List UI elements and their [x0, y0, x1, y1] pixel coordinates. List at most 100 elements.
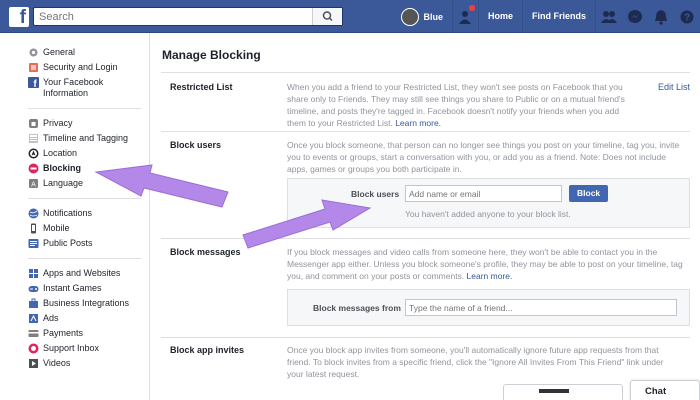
- gear-icon: [28, 47, 39, 58]
- block-messages-row: Block messages If you block messages and…: [161, 239, 690, 338]
- block-list-empty-hint: You haven't added anyone to your block l…: [405, 209, 571, 219]
- find-friends-link[interactable]: Find Friends: [523, 0, 596, 33]
- avatar: [401, 7, 420, 26]
- sidebar-item-mobile[interactable]: Mobile: [28, 221, 149, 236]
- sidebar-item-label: Blocking: [43, 163, 82, 173]
- block-messages-field-label: Block messages from: [313, 303, 401, 313]
- sidebar-item-public-posts[interactable]: Public Posts: [28, 236, 149, 251]
- sidebar-separator: [28, 108, 141, 109]
- nav-right: Blue Home Find Friends ?: [401, 0, 700, 33]
- restricted-list-text: When you add a friend to your Restricted…: [287, 82, 625, 128]
- home-link[interactable]: Home: [479, 0, 523, 33]
- search-input[interactable]: [34, 8, 309, 25]
- block-app-invites-label: Block app invites: [170, 345, 245, 355]
- sidebar-item-label: Ads: [43, 313, 59, 323]
- facebook-logo-icon[interactable]: f: [9, 7, 29, 27]
- sidebar-item-label: Business Integrations: [43, 298, 130, 308]
- block-app-invites-description: Once you block app invites from someone,…: [287, 345, 664, 379]
- settings-sidebar: General Security and Login f Your Facebook …: [0, 33, 150, 400]
- lock-icon: [28, 118, 39, 129]
- sidebar-item-videos[interactable]: Videos: [28, 356, 149, 371]
- chat-conversation-tab[interactable]: [503, 384, 623, 400]
- timeline-icon: [28, 133, 39, 144]
- bell-icon: [655, 9, 667, 25]
- messenger-button[interactable]: [622, 0, 648, 33]
- sidebar-item-label: General: [43, 47, 76, 57]
- svg-text:?: ?: [684, 12, 690, 23]
- restricted-list-description: When you add a friend to your Restricted…: [287, 81, 637, 129]
- sidebar-item-label: Language: [43, 178, 84, 188]
- chat-tab-content: [539, 389, 569, 393]
- main-content: Manage Blocking Restricted List When you…: [150, 33, 700, 400]
- sidebar-item-label: Support Inbox: [43, 343, 100, 353]
- block-users-row: Block users Once you block someone, that…: [161, 132, 690, 239]
- page-title: Manage Blocking: [161, 33, 690, 73]
- sidebar-group: Privacy Timeline and Tagging Location Block…: [0, 116, 149, 198]
- sidebar-item-label: Videos: [43, 358, 71, 368]
- public-posts-icon: [28, 238, 39, 249]
- sidebar-item-privacy[interactable]: Privacy: [28, 116, 149, 131]
- edit-list-link[interactable]: Edit List: [658, 82, 690, 92]
- block-users-field-label: Block users: [351, 189, 400, 199]
- sidebar-item-label: Location: [43, 148, 78, 158]
- block-users-description: Once you block someone, that person can …: [287, 140, 680, 174]
- friend-requests-button[interactable]: [596, 0, 622, 33]
- messenger-icon: [628, 9, 642, 23]
- profile-link[interactable]: Blue: [401, 0, 453, 33]
- sidebar-item-label: Instant Games: [43, 283, 102, 293]
- sidebar-item-label: Privacy: [43, 118, 73, 128]
- videos-icon: [28, 358, 39, 369]
- create-button[interactable]: [453, 0, 479, 33]
- sidebar-item-label: Apps and Websites: [43, 268, 121, 278]
- sidebar-item-your-facebook-information[interactable]: f Your Facebook Information: [28, 75, 149, 101]
- restricted-list-label: Restricted List: [170, 82, 233, 92]
- sidebar-item-support-inbox[interactable]: Support Inbox: [28, 341, 149, 356]
- search-icon: [322, 11, 333, 22]
- sidebar-item-timeline-and-tagging[interactable]: Timeline and Tagging: [28, 131, 149, 146]
- sidebar-group: Notifications Mobile Public Posts: [0, 206, 149, 258]
- sidebar-item-business-integrations[interactable]: Business Integrations: [28, 296, 149, 311]
- sidebar-item-instant-games[interactable]: Instant Games: [28, 281, 149, 296]
- block-messages-label: Block messages: [170, 247, 241, 257]
- restricted-list-row: Restricted List When you add a friend to…: [161, 73, 690, 132]
- business-icon: [28, 298, 39, 309]
- sidebar-item-security-and-login[interactable]: Security and Login: [28, 60, 149, 75]
- top-navigation-bar: f Blue Home Find Friends ?: [0, 0, 700, 33]
- sidebar-item-location[interactable]: Location: [28, 146, 149, 161]
- question-icon: ?: [680, 10, 694, 23]
- sidebar-separator: [28, 258, 141, 259]
- sidebar-item-apps-and-websites[interactable]: Apps and Websites: [28, 266, 149, 281]
- friends-icon: [601, 10, 617, 23]
- chat-label: Chat: [645, 386, 667, 397]
- manage-blocking-panel: Manage Blocking Restricted List When you…: [161, 33, 690, 400]
- sidebar-item-ads[interactable]: Ads: [28, 311, 149, 326]
- block-messages-box: Block messages from: [287, 289, 690, 326]
- notifications-button[interactable]: [648, 0, 674, 33]
- block-icon: [28, 163, 39, 174]
- restricted-learn-more-link[interactable]: Learn more.: [395, 118, 441, 128]
- block-users-label: Block users: [170, 140, 222, 150]
- sidebar-item-payments[interactable]: Payments: [28, 326, 149, 341]
- help-button[interactable]: ?: [674, 0, 700, 33]
- location-icon: [28, 148, 39, 159]
- sidebar-item-general[interactable]: General: [28, 45, 149, 60]
- sidebar-item-label: Your Facebook Information: [43, 77, 104, 98]
- block-messages-input[interactable]: [405, 299, 677, 316]
- sidebar-item-blocking[interactable]: Blocking: [28, 161, 149, 176]
- sidebar-group: Apps and Websites Instant Games Business I…: [0, 266, 149, 378]
- sidebar-item-language[interactable]: A Language: [28, 176, 149, 191]
- ads-icon: [28, 313, 39, 324]
- block-button[interactable]: Block: [569, 185, 609, 202]
- shield-icon: [28, 62, 39, 73]
- block-users-input[interactable]: [405, 185, 562, 202]
- sidebar-item-notifications[interactable]: Notifications: [28, 206, 149, 221]
- block-messages-learn-more-link[interactable]: Learn more.: [467, 271, 513, 281]
- mobile-icon: [28, 223, 39, 234]
- sidebar-item-label: Payments: [43, 328, 84, 338]
- block-users-box: Block users Block You haven't added anyo…: [287, 178, 690, 228]
- search-button[interactable]: [312, 8, 342, 25]
- sidebar-item-label: Timeline and Tagging: [43, 133, 129, 143]
- games-icon: [28, 283, 39, 294]
- support-icon: [28, 343, 39, 354]
- chat-bar[interactable]: Chat: [630, 380, 700, 400]
